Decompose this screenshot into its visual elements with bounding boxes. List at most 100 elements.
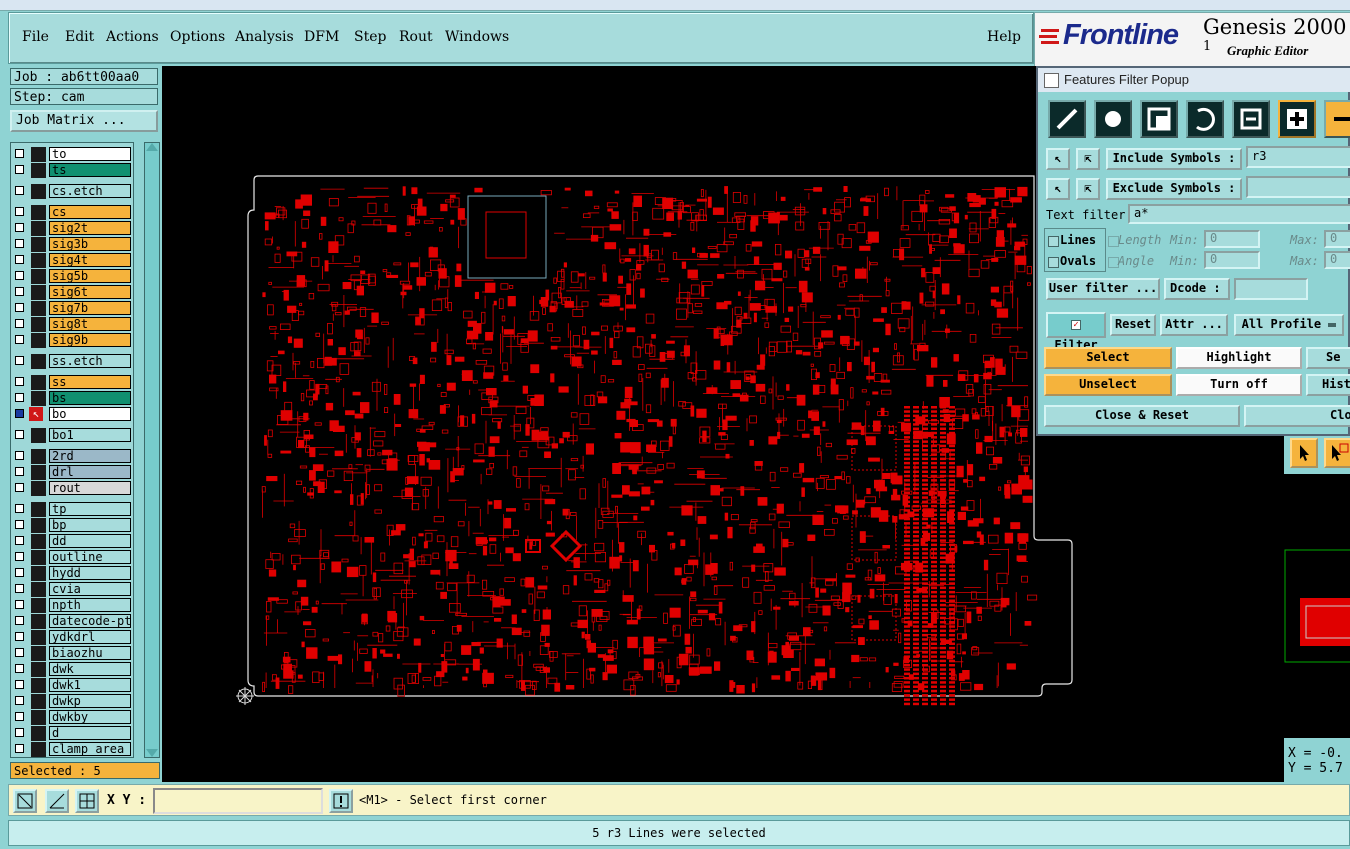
- layer-checkbox[interactable]: [15, 207, 24, 216]
- layer-checkbox[interactable]: [15, 483, 24, 492]
- arc-tool-button[interactable]: [1186, 100, 1224, 138]
- layer-row[interactable]: biaozhu: [11, 646, 133, 661]
- lines-checkbox[interactable]: [1048, 236, 1059, 247]
- angle-min-input[interactable]: 0: [1204, 251, 1260, 269]
- menu-file[interactable]: File: [22, 29, 49, 45]
- layer-checkbox[interactable]: [15, 149, 24, 158]
- layer-checkbox[interactable]: [15, 552, 24, 561]
- exclude-pick-icon[interactable]: ⇱: [1076, 178, 1100, 200]
- alert-icon[interactable]: [329, 789, 353, 813]
- menu-analysis[interactable]: Analysis: [235, 29, 294, 45]
- subtract-polarity-button[interactable]: [1324, 100, 1350, 138]
- layer-checkbox[interactable]: [15, 536, 24, 545]
- length-max-input[interactable]: 0: [1324, 230, 1350, 248]
- menu-dfm[interactable]: DFM: [304, 29, 339, 45]
- layer-checkbox[interactable]: [15, 393, 24, 402]
- layer-row[interactable]: sig7b: [11, 301, 133, 316]
- filter-toggle[interactable]: ✓ Filter: [1046, 312, 1106, 352]
- layer-checkbox[interactable]: [15, 451, 24, 460]
- layer-row[interactable]: cs: [11, 205, 133, 220]
- include-arrow-icon[interactable]: ↖: [1046, 148, 1070, 170]
- layer-checkbox[interactable]: [15, 600, 24, 609]
- layer-row[interactable]: datecode-pte: [11, 614, 133, 629]
- layer-row[interactable]: sig3b: [11, 237, 133, 252]
- layer-row[interactable]: sig5b: [11, 269, 133, 284]
- layer-row[interactable]: bs: [11, 391, 133, 406]
- layer-checkbox[interactable]: [15, 520, 24, 529]
- layer-row[interactable]: ↖ bo: [11, 407, 133, 422]
- layer-checkbox[interactable]: [15, 584, 24, 593]
- layer-checkbox[interactable]: [15, 271, 24, 280]
- layer-row[interactable]: bo1: [11, 428, 133, 443]
- pad-tool-button[interactable]: [1094, 100, 1132, 138]
- xy-input[interactable]: [153, 788, 323, 814]
- layer-checkbox[interactable]: [15, 744, 24, 753]
- layer-checkbox[interactable]: [15, 319, 24, 328]
- layer-row[interactable]: sig6t: [11, 285, 133, 300]
- exclude-symbols-input[interactable]: [1246, 176, 1350, 198]
- layer-checkbox[interactable]: [15, 616, 24, 625]
- select-button[interactable]: Select: [1044, 347, 1172, 369]
- layer-checkbox[interactable]: [15, 632, 24, 641]
- layer-checkbox[interactable]: [15, 255, 24, 264]
- layer-row[interactable]: sig2t: [11, 221, 133, 236]
- highlight-button[interactable]: Highlight: [1176, 347, 1302, 369]
- layer-checkbox[interactable]: [15, 239, 24, 248]
- close-reset-button[interactable]: Close & Reset: [1044, 405, 1240, 427]
- attr-button[interactable]: Attr ...: [1160, 314, 1228, 336]
- close-button-partial[interactable]: Clos: [1244, 405, 1350, 427]
- scroll-down-icon[interactable]: [146, 749, 158, 757]
- layer-row[interactable]: sig9b: [11, 333, 133, 348]
- layer-row[interactable]: bp: [11, 518, 133, 533]
- layer-checkbox[interactable]: [15, 504, 24, 513]
- layer-row[interactable]: d: [11, 726, 133, 741]
- layer-row[interactable]: dwk: [11, 662, 133, 677]
- scroll-up-icon[interactable]: [146, 143, 158, 151]
- add-polarity-button[interactable]: [1278, 100, 1316, 138]
- layer-row[interactable]: outline: [11, 550, 133, 565]
- include-pick-icon[interactable]: ⇱: [1076, 148, 1100, 170]
- angle-max-input[interactable]: 0: [1324, 251, 1350, 269]
- menu-rout[interactable]: Rout: [399, 29, 433, 45]
- job-matrix-button[interactable]: Job Matrix ...: [10, 110, 158, 132]
- layer-row[interactable]: sig4t: [11, 253, 133, 268]
- layer-checkbox[interactable]: [15, 303, 24, 312]
- layer-checkbox[interactable]: [15, 568, 24, 577]
- layer-row[interactable]: tp: [11, 502, 133, 517]
- layer-row[interactable]: drl: [11, 465, 133, 480]
- menu-step[interactable]: Step: [354, 29, 386, 45]
- exclude-arrow-icon[interactable]: ↖: [1046, 178, 1070, 200]
- pointer-tool-button[interactable]: [1290, 438, 1318, 468]
- layer-row[interactable]: npth: [11, 598, 133, 613]
- layer-row[interactable]: clamp_area: [11, 742, 133, 757]
- se-button-partial[interactable]: Se: [1306, 347, 1350, 369]
- layer-checkbox[interactable]: [15, 467, 24, 476]
- turn-off-button[interactable]: Turn off: [1176, 374, 1302, 396]
- user-filter-button[interactable]: User filter ...: [1046, 278, 1160, 300]
- layer-row[interactable]: ss: [11, 375, 133, 390]
- layer-checkbox[interactable]: [15, 430, 24, 439]
- layer-checkbox[interactable]: [15, 728, 24, 737]
- layer-checkbox[interactable]: [15, 356, 24, 365]
- zoom-box-icon[interactable]: [13, 789, 37, 813]
- grid-snap-icon[interactable]: [75, 789, 99, 813]
- overview-minimap[interactable]: [1284, 474, 1350, 738]
- select-tool-button[interactable]: [1324, 438, 1350, 468]
- layer-checkbox[interactable]: [15, 377, 24, 386]
- layer-row[interactable]: ydkdrl: [11, 630, 133, 645]
- layer-checkbox[interactable]: [15, 335, 24, 344]
- length-min-input[interactable]: 0: [1204, 230, 1260, 248]
- layer-row[interactable]: dd: [11, 534, 133, 549]
- menu-edit[interactable]: Edit: [65, 29, 94, 45]
- layer-row[interactable]: 2rd: [11, 449, 133, 464]
- layer-checkbox[interactable]: [15, 680, 24, 689]
- layer-row[interactable]: sig8t: [11, 317, 133, 332]
- layer-checkbox[interactable]: [15, 664, 24, 673]
- layer-checkbox[interactable]: [15, 648, 24, 657]
- layer-row[interactable]: dwkp: [11, 694, 133, 709]
- measure-icon[interactable]: [45, 789, 69, 813]
- menu-windows[interactable]: Windows: [445, 29, 509, 45]
- dcode-input[interactable]: [1234, 278, 1308, 300]
- text-filter-input[interactable]: a*: [1128, 204, 1350, 224]
- reset-button[interactable]: Reset: [1110, 314, 1156, 336]
